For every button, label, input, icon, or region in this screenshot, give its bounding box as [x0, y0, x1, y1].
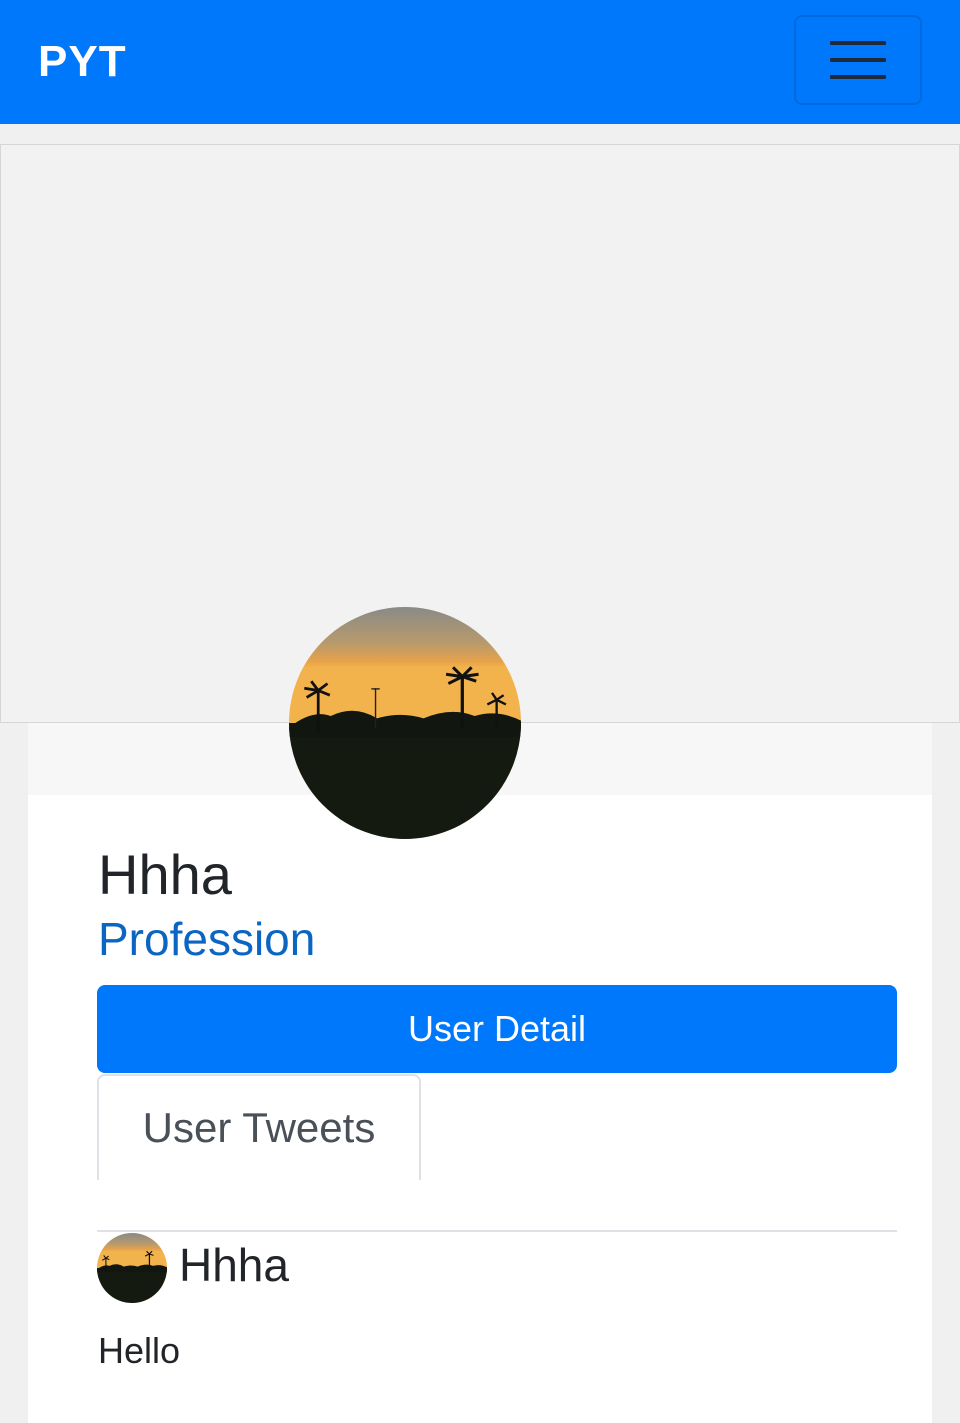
profile-avatar: [289, 607, 521, 839]
hamburger-menu-icon-bar-1: [830, 41, 886, 45]
menu-toggle-button[interactable]: [794, 15, 922, 105]
hamburger-menu-icon-bar-2: [830, 58, 886, 62]
profile-profession: Profession: [98, 913, 316, 965]
brand-logo[interactable]: PYT: [38, 37, 127, 87]
profile-card: [28, 723, 932, 1423]
top-navbar: PYT: [0, 0, 960, 124]
hamburger-menu-icon-bar-3: [830, 75, 886, 79]
tweet-text: Hello: [98, 1330, 181, 1371]
tweets-divider: [97, 1230, 897, 1232]
tweet-author-avatar: [97, 1233, 167, 1303]
tab-user-tweets[interactable]: User Tweets: [97, 1074, 421, 1180]
profile-name: Hhha: [98, 843, 232, 906]
tweet-author-name: Hhha: [179, 1239, 289, 1291]
user-detail-button[interactable]: User Detail: [97, 985, 897, 1073]
